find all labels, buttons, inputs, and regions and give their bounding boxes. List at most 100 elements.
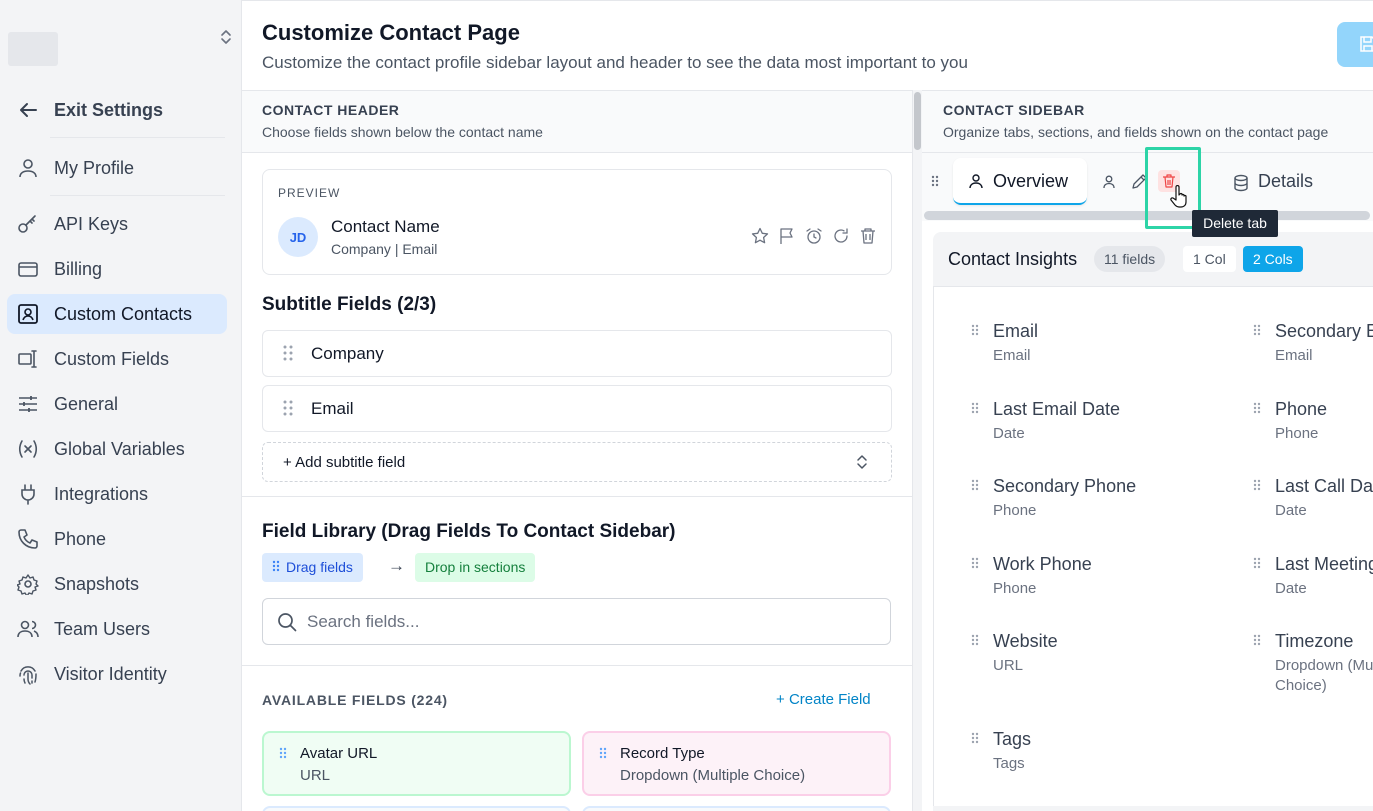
- sidebar-item-phone[interactable]: Phone: [7, 519, 227, 559]
- page-subtitle: Customize the contact profile sidebar la…: [262, 53, 968, 72]
- alarm-clock-icon[interactable]: [805, 227, 823, 245]
- user-icon[interactable]: [1101, 174, 1117, 190]
- drag-handle-icon[interactable]: [971, 324, 979, 336]
- section-header: Contact Insights 11 fields 1 Col 2 Cols: [933, 232, 1373, 287]
- drag-handle-icon[interactable]: [283, 345, 293, 361]
- drag-handle-icon[interactable]: [971, 557, 979, 569]
- sidebar-item-label: General: [54, 394, 119, 414]
- field-type: Phone: [1275, 425, 1319, 442]
- preview-label: PREVIEW: [278, 186, 341, 200]
- tab-overview[interactable]: Overview: [953, 158, 1087, 205]
- drag-handle-icon[interactable]: [931, 175, 939, 187]
- credit-card-icon: [18, 262, 38, 277]
- sidebar-item-custom-fields[interactable]: Custom Fields: [7, 339, 227, 379]
- drag-handle-icon[interactable]: [1253, 557, 1261, 569]
- divider: [242, 496, 912, 497]
- library-field-card[interactable]: Avatar URL URL: [262, 731, 571, 796]
- plus-icon: +: [776, 691, 785, 708]
- preview-company: Company: [331, 241, 391, 257]
- two-column-toggle[interactable]: 2 Cols: [1243, 246, 1303, 272]
- section-title: CONTACT HEADER: [262, 102, 400, 118]
- drag-handle-icon[interactable]: [279, 747, 287, 759]
- drag-handle-icon[interactable]: [1253, 634, 1261, 646]
- library-field-card[interactable]: [582, 806, 891, 811]
- drag-handle-icon[interactable]: [1253, 324, 1261, 336]
- avatar: JD: [278, 217, 318, 257]
- refresh-sparkle-icon[interactable]: [832, 227, 850, 245]
- trash-icon[interactable]: [859, 227, 877, 245]
- search-icon: [278, 613, 297, 632]
- scrollbar-thumb[interactable]: [914, 92, 921, 150]
- field-type: Date: [1275, 580, 1307, 597]
- section-subtitle: Choose fields shown below the contact na…: [262, 124, 543, 140]
- user-icon: [969, 174, 983, 189]
- one-column-toggle[interactable]: 1 Col: [1183, 246, 1236, 272]
- sidebar-item-label: Visitor Identity: [54, 664, 167, 684]
- variable-icon: [18, 440, 38, 458]
- plug-icon: [21, 484, 35, 505]
- sidebar-item-visitor-identity[interactable]: Visitor Identity: [7, 654, 227, 694]
- library-field-card[interactable]: Record Type Dropdown (Multiple Choice): [582, 731, 891, 796]
- preview-separator: |: [394, 241, 399, 257]
- drag-handle-icon[interactable]: [971, 479, 979, 491]
- subtitle-field-label: Company: [311, 344, 384, 363]
- sidebar-item-team-users[interactable]: Team Users: [7, 609, 227, 649]
- sidebar-item-general[interactable]: General: [7, 384, 227, 424]
- field-type: Tags: [993, 755, 1025, 772]
- arrow-right-icon: →: [388, 556, 405, 575]
- field-type: Dropdown (Multiple: [1275, 657, 1373, 674]
- sidebar-item-global-variables[interactable]: Global Variables: [7, 429, 227, 469]
- drag-handle-icon[interactable]: [971, 634, 979, 646]
- search-fields-input[interactable]: [307, 610, 867, 634]
- field-name: Last Call Date: [1275, 476, 1373, 496]
- settings-sidebar: Exit Settings My Profile API Keys Billin…: [0, 0, 242, 811]
- vertical-scrollbar[interactable]: [912, 90, 922, 811]
- sidebar-item-label: Billing: [54, 259, 103, 279]
- section-footer: [933, 806, 1373, 811]
- drag-handle-icon[interactable]: [283, 400, 293, 416]
- sidebar-item-my-profile[interactable]: My Profile: [7, 148, 227, 188]
- drag-handle-icon[interactable]: [971, 402, 979, 414]
- sidebar-item-api-keys[interactable]: API Keys: [7, 204, 227, 244]
- library-field-name: Avatar URL: [300, 745, 378, 762]
- add-subtitle-field-select[interactable]: + Add subtitle field: [262, 442, 892, 482]
- sidebar-item-custom-contacts[interactable]: Custom Contacts: [7, 294, 227, 334]
- sidebar-item-integrations[interactable]: Integrations: [7, 474, 227, 514]
- sidebar-item-label: Integrations: [54, 484, 149, 504]
- library-field-type: URL: [300, 767, 331, 784]
- field-library-title: Field Library (Drag Fields To Contact Si…: [262, 521, 676, 542]
- add-subtitle-label: + Add subtitle field: [283, 454, 406, 471]
- chevron-up-down-icon[interactable]: [218, 27, 234, 47]
- company-logo[interactable]: [8, 32, 58, 66]
- exit-settings-button[interactable]: Exit Settings: [7, 90, 227, 130]
- contact-subtitle: Company | Email: [331, 241, 437, 257]
- sidebar-item-billing[interactable]: Billing: [7, 249, 227, 289]
- delete-tab-tooltip: Delete tab: [1192, 210, 1278, 237]
- search-fields-box: [262, 598, 891, 645]
- field-type: Phone: [993, 502, 1037, 519]
- field-name: Secondary Phone: [993, 476, 1137, 496]
- subtitle-field-row[interactable]: Email: [262, 385, 892, 432]
- library-field-card[interactable]: [262, 806, 571, 811]
- drag-handle-icon[interactable]: [971, 732, 979, 744]
- field-type: Email: [1275, 347, 1313, 364]
- text-cursor-icon: [18, 350, 37, 368]
- drag-handle-icon[interactable]: [1253, 479, 1261, 491]
- section-subtitle: Organize tabs, sections, and fields show…: [943, 124, 1329, 140]
- contact-sidebar-section-head: CONTACT SIDEBAR Organize tabs, sections,…: [922, 91, 1373, 153]
- sidebar-item-snapshots[interactable]: Snapshots: [7, 564, 227, 604]
- create-field-button[interactable]: + Create Field: [776, 691, 871, 708]
- drag-handle-icon[interactable]: [599, 747, 607, 759]
- subtitle-field-row[interactable]: Company: [262, 330, 892, 377]
- library-field-type: Dropdown (Multiple Choice): [620, 767, 806, 784]
- save-button[interactable]: [1337, 22, 1373, 67]
- sidebar-item-label: Snapshots: [54, 574, 140, 594]
- preview-card: PREVIEW JD Contact Name Company | Email: [262, 169, 892, 275]
- sidebar-item-label: Team Users: [54, 619, 151, 639]
- drag-handle-icon[interactable]: [1253, 402, 1261, 414]
- field-name: Last Email Date: [993, 399, 1121, 419]
- star-icon[interactable]: [751, 227, 769, 245]
- flag-icon[interactable]: [778, 227, 796, 245]
- field-type: Email: [993, 347, 1031, 364]
- field-name: Timezone: [1275, 631, 1354, 651]
